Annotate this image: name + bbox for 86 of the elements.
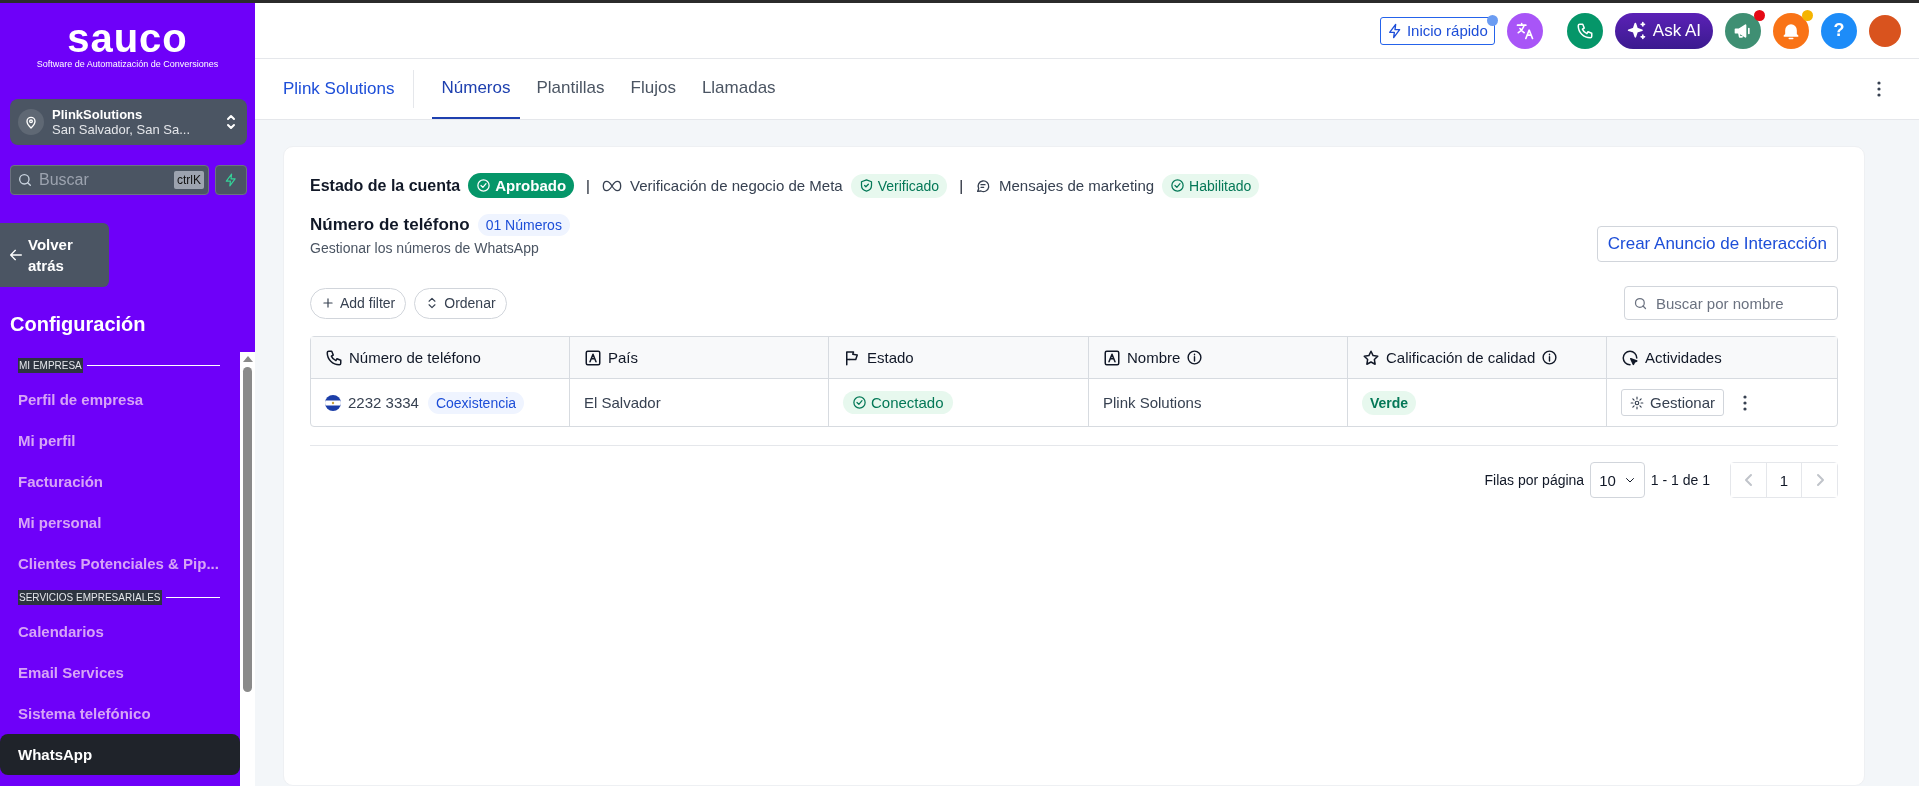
chat-bubble-icon — [975, 177, 992, 194]
table-cell: Plink Solutions — [1089, 379, 1348, 426]
column-header: Actividades — [1645, 349, 1722, 366]
quick-start-button[interactable]: Inicio rápido — [1379, 16, 1495, 45]
account-location: San Salvador, San Sa... — [52, 122, 192, 137]
gear-icon — [1630, 395, 1644, 410]
section-heading: SERVICIOS EMPRESARIALES — [18, 590, 162, 605]
chevron-left-icon — [1743, 473, 1754, 487]
search-icon — [1633, 295, 1648, 311]
account-title: Plink Solutions — [283, 79, 395, 99]
shortcut-hint: ctrlK — [174, 171, 204, 189]
plus-icon — [321, 296, 335, 310]
search-bar[interactable]: Buscar ctrlK — [10, 165, 209, 195]
sidebar-title: Configuración — [10, 313, 147, 336]
lightning-icon — [224, 173, 238, 187]
section-title: Número de teléfono — [310, 215, 470, 235]
count-badge: 01 Números — [477, 214, 570, 236]
chevron-right-icon — [1814, 473, 1825, 487]
arrow-left-icon — [8, 247, 24, 263]
status-label: Mensajes de marketing — [999, 177, 1155, 194]
star-icon — [1362, 348, 1380, 367]
scrollbar[interactable] — [240, 352, 255, 786]
country-flag-icon — [325, 394, 341, 411]
quick-action-button[interactable] — [215, 165, 247, 195]
status-badge: Conectado — [843, 391, 953, 414]
logo-tagline: Software de Automatización de Conversiones — [36, 59, 219, 69]
chevron-updown-icon — [225, 113, 237, 131]
column-header: Estado — [867, 349, 914, 366]
tab[interactable]: Llamadas — [691, 59, 786, 119]
status-label: Verificación de negocio de Meta — [630, 177, 843, 194]
lightning-icon — [1386, 22, 1403, 39]
tab[interactable]: Flujos — [620, 59, 686, 119]
phone-button[interactable] — [1566, 12, 1603, 49]
check-circle-icon — [476, 178, 492, 193]
rows-per-page-label: Filas por página — [1484, 472, 1585, 488]
back-button[interactable]: Volver atrás — [0, 223, 109, 287]
column-header: País — [608, 349, 638, 366]
section-subtitle: Gestionar los números de WhatsApp — [310, 240, 540, 256]
section-heading: MI EMPRESA — [18, 358, 83, 373]
flag-icon — [843, 348, 861, 367]
page-range: 1 - 1 de 1 — [1650, 472, 1710, 488]
sort-button[interactable]: Ordenar — [414, 287, 507, 319]
ask-ai-button[interactable]: Ask AI — [1614, 12, 1713, 49]
rows-per-page-select[interactable]: 10 — [1590, 462, 1645, 498]
sparkle-icon — [1626, 20, 1647, 41]
logo-wordmark: sauco — [67, 19, 188, 57]
create-ad-button[interactable]: Crear Anuncio de Interacción — [1596, 226, 1838, 262]
shield-check-icon — [858, 178, 874, 193]
letter-box-icon — [584, 348, 602, 367]
separator-mark: | — [586, 177, 590, 194]
column-header: Número de teléfono — [349, 349, 481, 366]
phone-icon — [1575, 21, 1594, 40]
search-icon — [17, 172, 33, 188]
status-badge: Verificado — [850, 173, 948, 198]
column-header: Nombre — [1127, 349, 1181, 366]
search-bar[interactable]: Buscar por nombre — [1624, 286, 1838, 320]
account-selector[interactable]: PlinkSolutions San Salvador, San Sa... — [10, 99, 247, 145]
manage-button[interactable]: Gestionar — [1621, 389, 1725, 416]
nav-item[interactable]: WhatsApp — [0, 734, 240, 775]
quality-badge: Verde — [1362, 390, 1417, 415]
status-badge: Aprobado — [468, 173, 575, 198]
search-input[interactable]: Buscar — [37, 170, 170, 190]
tag-badge: Coexistencia — [427, 391, 525, 414]
separator-mark: | — [959, 177, 964, 194]
column-header: Calificación de calidad — [1386, 349, 1536, 366]
add-filter-button[interactable]: Add filter — [310, 287, 407, 319]
translate-icon — [1514, 20, 1535, 41]
phone-icon — [325, 348, 343, 367]
letter-box-icon — [1103, 348, 1121, 367]
account-name: PlinkSolutions — [52, 107, 144, 122]
phone-number: 2232 3334 — [348, 394, 419, 411]
location-pin-icon — [23, 114, 39, 130]
check-circle-icon — [1170, 178, 1186, 193]
tab[interactable]: Números — [431, 59, 521, 119]
translate-button[interactable] — [1506, 12, 1543, 49]
user-avatar[interactable] — [1869, 14, 1901, 47]
status-label: Estado de la cuenta — [310, 176, 461, 195]
infinity-icon — [602, 179, 622, 192]
page-button[interactable]: 1 — [1766, 463, 1802, 497]
check-circle-icon — [852, 395, 867, 410]
tab[interactable]: Plantillas — [526, 59, 615, 119]
kebab-menu-icon — [1877, 81, 1881, 97]
kebab-menu-icon — [1743, 394, 1748, 411]
status-badge: Habilitado — [1162, 173, 1260, 198]
table-cell: El Salvador — [570, 379, 829, 426]
cursor-click-icon — [1621, 348, 1639, 367]
